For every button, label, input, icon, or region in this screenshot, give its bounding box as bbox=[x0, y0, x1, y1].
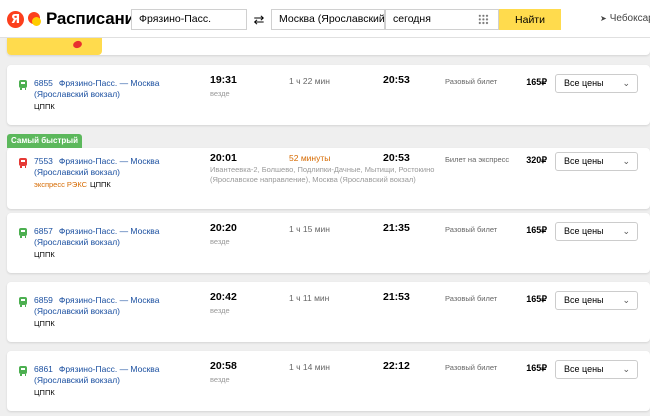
previous-card bbox=[7, 38, 650, 55]
departure-time: 19:31 bbox=[210, 74, 237, 86]
city-name: Чебоксар bbox=[609, 13, 650, 24]
ticket-type: Разовый билет bbox=[445, 294, 498, 303]
city-selector[interactable]: ➤ Чебоксар bbox=[600, 13, 650, 24]
trip-route-link[interactable]: 6861 Фрязино-Пасс. — Москва (Ярославский … bbox=[34, 364, 164, 386]
price: 165₽ bbox=[526, 77, 547, 87]
chevron-down-icon: ⌄ bbox=[622, 295, 630, 305]
rasp-logo-icon bbox=[26, 11, 42, 28]
train-icon bbox=[19, 297, 27, 307]
stops-info: везде bbox=[210, 306, 230, 315]
train-icon bbox=[19, 80, 27, 90]
trip-route-link[interactable]: 6859 Фрязино-Пасс. — Москва (Ярославский … bbox=[34, 295, 164, 317]
to-input[interactable]: Москва (Ярославский в bbox=[271, 9, 385, 30]
stops-info: Ивантеевка-2, Болшево, Подлипки-Дачные, … bbox=[210, 165, 435, 184]
departure-time: 20:20 bbox=[210, 222, 237, 234]
stops-info: везде bbox=[210, 89, 230, 98]
chevron-down-icon: ⌄ bbox=[622, 78, 630, 88]
carrier: ЦППК bbox=[34, 250, 55, 259]
departure-time: 20:58 bbox=[210, 360, 237, 372]
carrier: ЦППК bbox=[34, 388, 55, 397]
yandex-logo-icon: Я bbox=[7, 10, 24, 28]
duration: 1 ч 15 мин bbox=[289, 224, 330, 234]
stops-info: везде bbox=[210, 237, 230, 246]
carrier: ЦППК bbox=[34, 102, 55, 111]
price-select[interactable]: Все цены ⌄ bbox=[555, 152, 638, 171]
trip-card: 6859 Фрязино-Пасс. — Москва (Ярославский … bbox=[7, 282, 650, 342]
price: 165₽ bbox=[526, 225, 547, 235]
chevron-down-icon: ⌄ bbox=[622, 156, 630, 166]
ticket-type: Билет на экспресс bbox=[445, 155, 510, 164]
logo[interactable]: Я Расписания bbox=[7, 9, 145, 29]
carrier: ЦППК bbox=[34, 319, 55, 328]
departure-time: 20:42 bbox=[210, 291, 237, 303]
arrival-time: 20:53 bbox=[383, 74, 410, 86]
ticket-type: Разовый билет bbox=[445, 363, 498, 372]
promo-banner[interactable] bbox=[7, 38, 102, 55]
arrival-time: 21:53 bbox=[383, 291, 410, 303]
trip-card: 7553 Фрязино-Пасс. — Москва (Ярославский … bbox=[7, 148, 650, 209]
departure-time: 20:01 bbox=[210, 152, 237, 164]
price-select[interactable]: Все цены ⌄ bbox=[555, 74, 638, 93]
stops-info: везде bbox=[210, 375, 230, 384]
train-icon bbox=[19, 366, 27, 376]
logo-text: Расписания bbox=[46, 9, 145, 28]
arrival-time: 21:35 bbox=[383, 222, 410, 234]
trip-card: 6855 Фрязино-Пасс. — Москва (Ярославский … bbox=[7, 65, 650, 125]
price: 165₽ bbox=[526, 363, 547, 373]
carrier: экспресс РЭКС ЦППК bbox=[34, 180, 111, 189]
from-input[interactable]: Фрязино-Пасс. bbox=[131, 9, 247, 30]
calendar-icon[interactable] bbox=[478, 14, 489, 25]
duration: 52 минуты bbox=[289, 153, 331, 163]
trip-route-link[interactable]: 6855 Фрязино-Пасс. — Москва (Ярославский … bbox=[34, 78, 164, 100]
duration: 1 ч 14 мин bbox=[289, 362, 330, 372]
ticket-type: Разовый билет bbox=[445, 225, 498, 234]
trip-route-link[interactable]: 6857 Фрязино-Пасс. — Москва (Ярославский … bbox=[34, 226, 164, 248]
arrival-time: 22:12 bbox=[383, 360, 410, 372]
duration: 1 ч 11 мин bbox=[289, 293, 330, 303]
arrival-time: 20:53 bbox=[383, 152, 410, 164]
price-select[interactable]: Все цены ⌄ bbox=[555, 360, 638, 379]
fastest-badge: Самый быстрый bbox=[7, 134, 82, 148]
trip-card: 6861 Фрязино-Пасс. — Москва (Ярославский … bbox=[7, 351, 650, 411]
train-icon bbox=[19, 228, 27, 238]
swap-direction-icon[interactable]: ⇄ bbox=[247, 9, 271, 30]
duration: 1 ч 22 мин bbox=[289, 76, 330, 86]
express-label: экспресс РЭКС bbox=[34, 180, 88, 189]
price-select[interactable]: Все цены ⌄ bbox=[555, 291, 638, 310]
chevron-down-icon: ⌄ bbox=[622, 364, 630, 374]
price: 165₽ bbox=[526, 294, 547, 304]
find-button[interactable]: Найти bbox=[499, 9, 561, 30]
trip-route-link[interactable]: 7553 Фрязино-Пасс. — Москва (Ярославский … bbox=[34, 156, 164, 178]
price-select[interactable]: Все цены ⌄ bbox=[555, 222, 638, 241]
chevron-down-icon: ⌄ bbox=[622, 226, 630, 236]
header: Я Расписания Фрязино-Пасс. ⇄ Москва (Яро… bbox=[0, 0, 650, 38]
trip-card: 6857 Фрязино-Пасс. — Москва (Ярославский … bbox=[7, 213, 650, 273]
location-arrow-icon: ➤ bbox=[600, 14, 607, 23]
price: 320₽ bbox=[526, 155, 547, 165]
ticket-type: Разовый билет bbox=[445, 77, 498, 86]
train-icon bbox=[19, 158, 27, 168]
